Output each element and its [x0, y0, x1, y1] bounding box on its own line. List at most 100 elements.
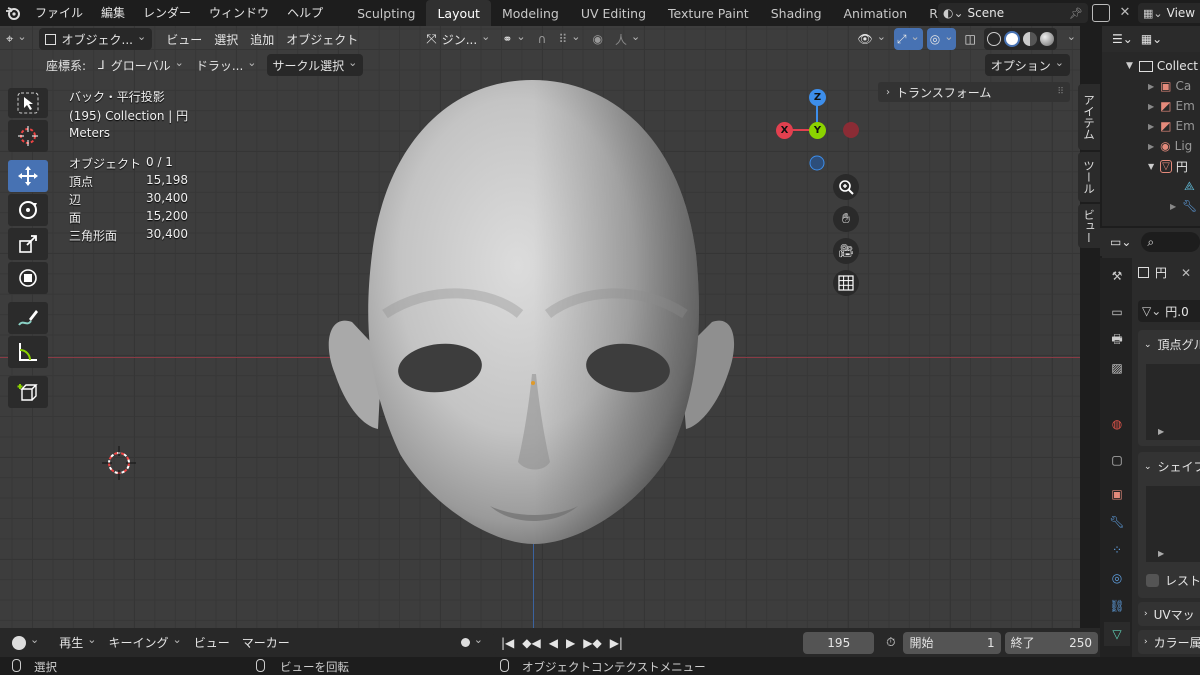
display-mode-icon[interactable]: ▦⌄ — [1141, 32, 1162, 46]
outliner-item[interactable]: ▶ ◩ Em — [1104, 116, 1195, 136]
rotate-tool-icon[interactable] — [8, 194, 48, 226]
tab-modeling[interactable]: Modeling — [491, 0, 570, 26]
tab-tool[interactable]: ツール — [1078, 152, 1100, 202]
transform-tool-icon[interactable] — [8, 262, 48, 294]
proportional-falloff-dropdown[interactable]: 人 — [609, 28, 646, 50]
particle-props-icon[interactable]: ⁘ — [1104, 538, 1130, 562]
mesh-data-selector[interactable]: ▽⌄ 円.0 — [1138, 300, 1200, 322]
drag-handle-icon[interactable]: ⠿ — [1057, 87, 1064, 97]
snap-toggle[interactable]: ∩ — [532, 28, 553, 50]
menu-view[interactable]: ビュー — [160, 28, 208, 50]
jump-end-icon[interactable]: ▶| — [610, 636, 623, 650]
snap-target-dropdown[interactable]: ⠿ — [552, 28, 586, 50]
pin-toggle-icon[interactable]: ✕ — [1181, 266, 1191, 280]
tab-shading[interactable]: Shading — [760, 0, 833, 26]
rest-position-row[interactable]: レスト位 — [1146, 572, 1200, 589]
gizmo-y-axis[interactable]: Y — [809, 122, 826, 139]
camera-icon[interactable]: 🎥︎ — [833, 238, 859, 264]
scale-tool-icon[interactable] — [8, 228, 48, 260]
gizmo-toggle[interactable]: ⤢ — [893, 28, 923, 50]
cursor-tool-icon[interactable] — [8, 120, 48, 152]
search-field[interactable]: ⌕ — [1141, 232, 1200, 252]
frame-end-field[interactable]: 終了 250 — [1004, 631, 1098, 654]
pan-hand-icon[interactable]: ✋︎ — [833, 206, 859, 232]
tool-props-icon[interactable]: ⚒︎ — [1104, 264, 1130, 288]
mesh-data-props-icon[interactable]: ▽ — [1104, 622, 1130, 646]
outliner-mesh-data[interactable]: ⟁ — [1104, 176, 1195, 196]
editor-type-button[interactable]: ⌖ — [0, 28, 33, 50]
gizmo-z-axis[interactable]: Z — [809, 89, 826, 106]
xray-toggle[interactable]: ◫ — [958, 28, 981, 50]
proportional-edit-toggle[interactable]: ◉ — [586, 28, 608, 50]
timeline-editor-button[interactable] — [6, 632, 45, 654]
outliner-modifiers[interactable]: ▶ 🔧︎ — [1104, 196, 1197, 216]
auto-keying-toggle[interactable] — [454, 631, 490, 654]
drag-label[interactable]: ドラッ... — [190, 54, 263, 76]
menu-help[interactable]: ヘルプ — [278, 0, 332, 26]
wireframe-shading-icon[interactable] — [986, 32, 1001, 46]
blender-logo-icon[interactable] — [0, 0, 26, 26]
menu-object[interactable]: オブジェクト — [280, 28, 364, 50]
pivot-point-dropdown[interactable]: ⚭ — [496, 28, 531, 50]
select-tool-icon[interactable] — [8, 88, 48, 118]
play-icon[interactable]: ▶ — [566, 636, 575, 650]
shading-options-dropdown[interactable] — [1059, 28, 1080, 50]
drag-action-dropdown[interactable]: サークル選択 — [266, 54, 364, 76]
object-props-icon[interactable]: ▣ — [1104, 482, 1130, 506]
tab-texture-paint[interactable]: Texture Paint — [657, 0, 760, 26]
physics-props-icon[interactable]: ◎ — [1104, 566, 1130, 590]
move-tool-icon[interactable] — [8, 160, 48, 192]
orientation-dropdown[interactable]: ⅃ グローバル — [92, 54, 190, 76]
next-keyframe-icon[interactable]: ▶◆ — [583, 636, 601, 650]
menu-file[interactable]: ファイル — [26, 0, 92, 26]
render-props-icon[interactable]: ▭ — [1104, 300, 1130, 324]
outliner-item[interactable]: ▶ ▣ Ca — [1104, 76, 1191, 96]
collection-props-icon[interactable]: ▢ — [1104, 448, 1130, 472]
constraint-props-icon[interactable]: ⛓︎ — [1104, 594, 1130, 618]
world-props-icon[interactable]: ◍ — [1104, 412, 1130, 436]
preview-range-icon[interactable]: ⏱︎ — [880, 632, 901, 654]
options-dropdown[interactable]: オプション — [984, 54, 1070, 76]
tab-item[interactable]: アイテム — [1078, 84, 1100, 150]
vertex-groups-list[interactable]: ▶ — [1146, 364, 1200, 440]
properties-editor-icon[interactable]: ▭⌄ — [1110, 235, 1131, 249]
current-frame-field[interactable]: 195 — [803, 631, 875, 654]
uv-maps-header[interactable]: › UVマッ — [1138, 602, 1200, 626]
overlay-toggle[interactable]: ◎ — [926, 28, 957, 50]
solid-shading-icon[interactable] — [1003, 31, 1020, 47]
menu-window[interactable]: ウィンドウ — [200, 0, 278, 26]
menu-add[interactable]: 追加 — [244, 28, 280, 50]
shape-keys-list[interactable]: ▶ — [1146, 486, 1200, 562]
annotate-tool-icon[interactable] — [8, 302, 48, 334]
tab-animation[interactable]: Animation — [833, 0, 919, 26]
delete-scene-icon[interactable]: ✕ — [1116, 4, 1134, 22]
playback-menu[interactable]: 再生 — [53, 632, 102, 654]
new-scene-icon[interactable] — [1092, 4, 1110, 22]
view-layer-props-icon[interactable]: ▨ — [1104, 356, 1130, 380]
tab-uv-editing[interactable]: UV Editing — [570, 0, 657, 26]
gizmo-x-axis[interactable]: X — [776, 122, 793, 139]
pin-icon[interactable]: 📌︎ — [1069, 7, 1083, 20]
modifier-props-icon[interactable]: 🔧︎ — [1104, 510, 1130, 534]
play-reverse-icon[interactable]: ◀ — [549, 636, 558, 650]
menu-select[interactable]: 選択 — [208, 28, 244, 50]
zoom-icon[interactable] — [833, 174, 859, 200]
3d-cursor-icon[interactable] — [102, 446, 136, 480]
transform-panel-header[interactable]: › トランスフォーム ⠿ — [878, 82, 1070, 102]
outliner-item-active[interactable]: ▼ ▽ 円 — [1104, 156, 1188, 176]
checkbox[interactable] — [1146, 574, 1159, 587]
jump-start-icon[interactable]: |◀ — [501, 636, 514, 650]
outliner-item[interactable]: ▶ ◉ Lig — [1104, 136, 1192, 156]
rendered-shading-icon[interactable] — [1039, 32, 1054, 46]
measure-tool-icon[interactable] — [8, 336, 48, 368]
add-cube-tool-icon[interactable] — [8, 376, 48, 408]
view-layer-selector[interactable]: ▦⌄ View — [1138, 3, 1200, 23]
tab-view[interactable]: ビュー — [1078, 204, 1100, 248]
tab-layout[interactable]: Layout — [426, 0, 491, 26]
grid-ortho-icon[interactable] — [833, 270, 859, 296]
outliner-collection-row[interactable]: ▼ Collect — [1104, 56, 1198, 76]
visibility-dropdown[interactable]: 👁︎ — [851, 28, 891, 50]
keying-menu[interactable]: キーイング — [102, 632, 187, 654]
prev-keyframe-icon[interactable]: ◆◀ — [522, 636, 540, 650]
material-shading-icon[interactable] — [1022, 32, 1037, 46]
